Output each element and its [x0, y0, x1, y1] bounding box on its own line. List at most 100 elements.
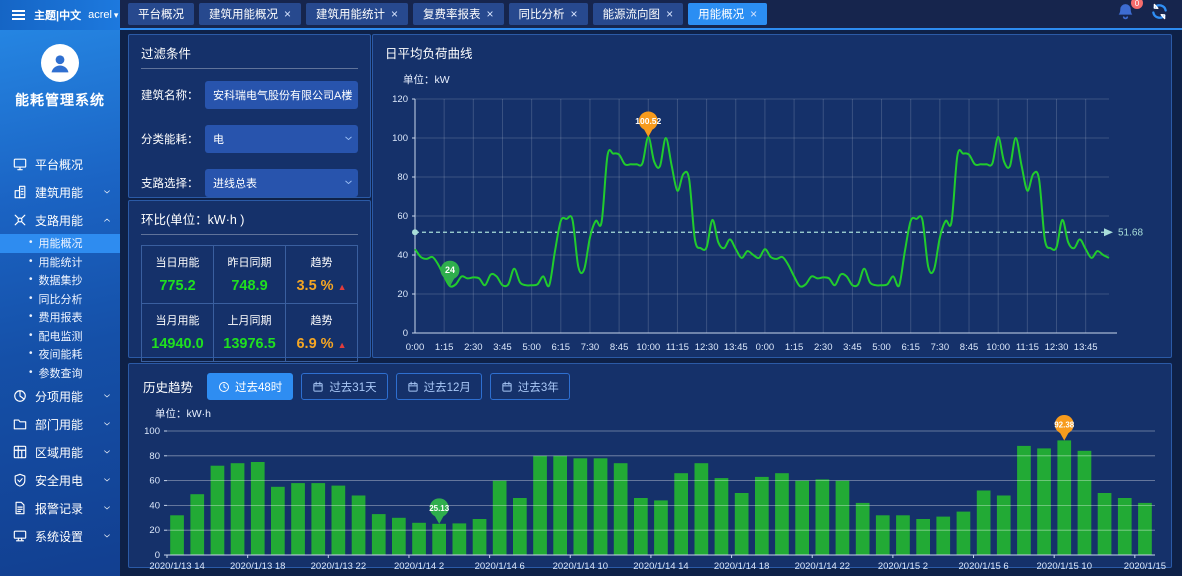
sidebar-item[interactable]: 平台概况: [0, 150, 120, 178]
tab[interactable]: 同比分析×: [509, 3, 588, 25]
energy-type-value: 电: [213, 131, 224, 147]
topbar-icons: 0: [1116, 2, 1172, 26]
svg-text:8:45: 8:45: [960, 342, 979, 353]
svg-text:7:30: 7:30: [581, 342, 600, 353]
sidebar-subitem[interactable]: •用能概况: [0, 234, 120, 253]
tab[interactable]: 建筑用能概况×: [199, 3, 301, 25]
svg-text:3:45: 3:45: [493, 342, 512, 353]
tab-close-icon[interactable]: ×: [391, 8, 398, 20]
tab[interactable]: 建筑用能统计×: [306, 3, 408, 25]
range-button[interactable]: 过去3年: [490, 373, 570, 400]
ring-ratio-panel: 环比(单位：kW·h ) 当日用能775.2昨日同期748.9趋势3.5 %▲当…: [128, 200, 371, 358]
chevron-down-icon: [102, 503, 112, 513]
building-name-row: 建筑名称：安科瑞电气股份有限公司A楼: [141, 81, 358, 109]
cell-value: 748.9: [216, 278, 283, 294]
circuit-label: 支路选择：: [141, 175, 205, 191]
sidebar-item[interactable]: 分项用能: [0, 382, 120, 410]
svg-text:0: 0: [155, 550, 160, 561]
sidebar-item-label: 区域用能: [35, 444, 94, 461]
svg-text:40: 40: [397, 250, 408, 261]
tab-close-icon[interactable]: ×: [487, 8, 494, 20]
tab[interactable]: 用能概况×: [688, 3, 767, 25]
bullet-icon: •: [29, 331, 33, 341]
refresh-button[interactable]: [1151, 3, 1168, 25]
range-button-label: 过去3年: [518, 379, 559, 395]
value-text: 6.9 %: [296, 336, 333, 352]
sidebar-item[interactable]: 安全用电: [0, 466, 120, 494]
svg-text:12:30: 12:30: [695, 342, 719, 353]
circuit-row: 支路选择：进线总表: [141, 169, 358, 197]
range-button-label: 过去31天: [329, 379, 376, 395]
chevron-down-icon: [102, 531, 112, 541]
filter-panel: 过滤条件 建筑名称：安科瑞电气股份有限公司A楼分类能耗：电支路选择：进线总表: [128, 34, 371, 198]
svg-text:10:00: 10:00: [636, 342, 660, 353]
clock-icon: [218, 381, 230, 393]
bullet-icon: •: [29, 275, 33, 285]
sidebar-subitem[interactable]: •用能统计: [0, 253, 120, 272]
user-menu[interactable]: acrel ▾: [88, 9, 118, 21]
chevron-down-icon: [102, 419, 112, 429]
sidebar-subitem[interactable]: •配电监测: [0, 327, 120, 346]
value-text: 3.5 %: [296, 278, 333, 294]
ring-ratio-cell: 趋势6.9 %▲: [286, 304, 358, 362]
sidebar-item[interactable]: 系统设置: [0, 522, 120, 550]
sidebar-subitem[interactable]: •同比分析: [0, 290, 120, 309]
building-name-select[interactable]: 安科瑞电气股份有限公司A楼: [205, 81, 358, 109]
value-text: 14940.0: [151, 336, 203, 352]
tab-close-icon[interactable]: ×: [666, 8, 673, 20]
svg-text:24: 24: [445, 265, 455, 275]
energy-type-select[interactable]: 电: [205, 125, 358, 153]
svg-text:60: 60: [397, 211, 408, 222]
ring-ratio-cell: 当日用能775.2: [142, 246, 214, 304]
svg-text:60: 60: [149, 476, 160, 487]
svg-text:2020/1/15 10: 2020/1/15 10: [1037, 561, 1092, 572]
tab-close-icon[interactable]: ×: [571, 8, 578, 20]
tab-close-icon[interactable]: ×: [284, 8, 291, 20]
load-curve-panel: 日平均负荷曲线 单位：kW 0:001:152:303:455:006:157:…: [372, 34, 1172, 358]
svg-text:120: 120: [392, 94, 408, 105]
svg-text:8:45: 8:45: [610, 342, 629, 353]
sidebar-subitem[interactable]: •夜间能耗: [0, 345, 120, 364]
map-icon: [13, 445, 27, 459]
sidebar-subitem[interactable]: •数据集抄: [0, 271, 120, 290]
tab[interactable]: 复费率报表×: [413, 3, 504, 25]
tab[interactable]: 能源流向图×: [593, 3, 684, 25]
caret-down-icon: ▾: [114, 10, 119, 21]
folder-icon: [13, 417, 27, 431]
bar-chart: 0204060801002020/1/13 142020/1/13 182020…: [133, 423, 1163, 575]
tab-close-icon[interactable]: ×: [750, 8, 757, 20]
circuit-select[interactable]: 进线总表: [205, 169, 358, 197]
svg-text:0:00: 0:00: [756, 342, 775, 353]
chevron-down-icon: [102, 187, 112, 197]
notification-badge: 0: [1131, 0, 1143, 9]
sidebar-subitem[interactable]: •费用报表: [0, 308, 120, 327]
tab[interactable]: 平台概况: [128, 3, 194, 25]
notifications-button[interactable]: 0: [1116, 2, 1135, 26]
range-button[interactable]: 过去31天: [301, 373, 387, 400]
hamburger-menu-icon[interactable]: [10, 6, 27, 24]
svg-text:100: 100: [392, 133, 408, 144]
svg-text:2020/1/13 22: 2020/1/13 22: [311, 561, 366, 572]
sidebar-item-label: 报警记录: [35, 500, 94, 517]
sidebar-item[interactable]: 建筑用能: [0, 178, 120, 206]
svg-text:0:00: 0:00: [406, 342, 425, 353]
ring-ratio-cell: 当月用能14940.0: [142, 304, 214, 362]
sidebar-subitem[interactable]: •参数查询: [0, 364, 120, 383]
chevron-down-icon: [102, 391, 112, 401]
bullet-icon: •: [29, 294, 33, 304]
avatar: [41, 44, 79, 82]
ring-ratio-title: 环比(单位：kW·h ): [141, 201, 358, 235]
svg-text:6:15: 6:15: [901, 342, 920, 353]
bullet-icon: •: [29, 312, 33, 322]
sidebar-item[interactable]: 报警记录: [0, 494, 120, 522]
svg-text:2020/1/14 14: 2020/1/14 14: [633, 561, 688, 572]
range-button[interactable]: 过去48时: [207, 373, 293, 400]
svg-text:100.52: 100.52: [635, 116, 661, 126]
theme-language-switch[interactable]: 主题|中文: [34, 7, 81, 23]
svg-text:1:15: 1:15: [785, 342, 804, 353]
sidebar-item[interactable]: 支路用能: [0, 206, 120, 234]
cell-label: 昨日同期: [216, 254, 283, 270]
sidebar-item[interactable]: 部门用能: [0, 410, 120, 438]
sidebar-item[interactable]: 区域用能: [0, 438, 120, 466]
range-button[interactable]: 过去12月: [396, 373, 482, 400]
